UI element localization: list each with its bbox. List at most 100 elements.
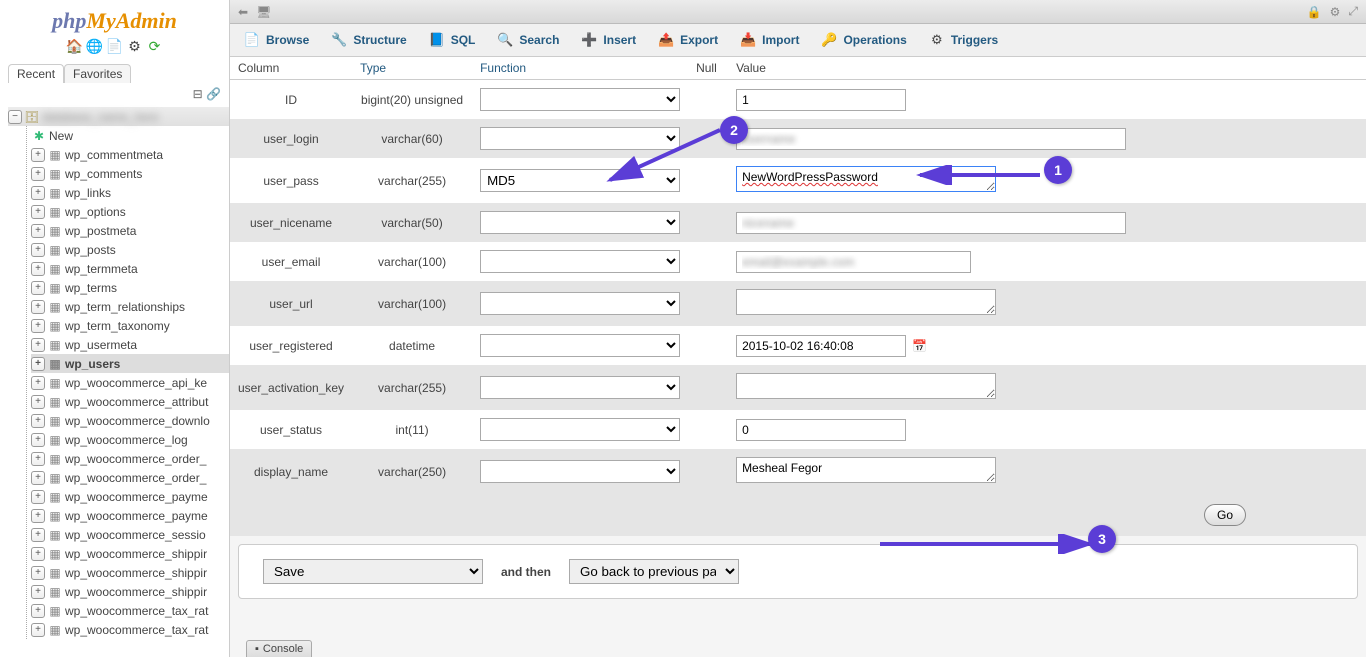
link-icon[interactable]: 🔗: [206, 87, 221, 101]
tree-table[interactable]: +▦wp_woocommerce_order_: [31, 468, 229, 487]
tree-table[interactable]: +▦wp_users: [31, 354, 229, 373]
expand-btn-icon[interactable]: +: [31, 604, 45, 618]
value-input[interactable]: [736, 128, 1126, 150]
expand-btn-icon[interactable]: +: [31, 547, 45, 561]
value-input[interactable]: [736, 89, 906, 111]
docs-icon[interactable]: 📄: [107, 38, 123, 54]
function-select[interactable]: [480, 211, 680, 234]
calendar-icon[interactable]: 📅: [912, 339, 927, 353]
expand-btn-icon[interactable]: +: [31, 433, 45, 447]
tree-table[interactable]: +▦wp_woocommerce_shippir: [31, 544, 229, 563]
collapse-top-icon[interactable]: ⤢: [1348, 4, 1358, 19]
value-input[interactable]: [736, 289, 996, 315]
tree-table[interactable]: +▦wp_commentmeta: [31, 145, 229, 164]
settings-icon[interactable]: ⚙: [127, 38, 143, 54]
tree-table[interactable]: +▦wp_woocommerce_shippir: [31, 582, 229, 601]
lock-icon[interactable]: 🔒: [1307, 5, 1322, 19]
tree-new[interactable]: ✱ New: [31, 126, 229, 145]
expand-btn-icon[interactable]: +: [31, 585, 45, 599]
toolbar-browse[interactable]: 📄Browse: [234, 28, 319, 52]
expand-btn-icon[interactable]: +: [31, 528, 45, 542]
server-icon[interactable]: 🖥: [256, 5, 271, 19]
value-input[interactable]: [736, 373, 996, 399]
tree-db[interactable]: − 🗄 database_name_here: [8, 107, 229, 126]
logo[interactable]: phpMyAdmin 🏠 🌐 📄 ⚙ ⟳: [0, 0, 229, 58]
db-tree[interactable]: − 🗄 database_name_here ✱ New +▦wp_commen…: [0, 105, 229, 657]
th-type[interactable]: Type: [352, 57, 472, 80]
tab-recent[interactable]: Recent: [8, 64, 64, 83]
tree-table[interactable]: +▦wp_term_relationships: [31, 297, 229, 316]
value-input[interactable]: [736, 457, 996, 483]
toolbar-export[interactable]: 📤Export: [648, 28, 728, 52]
function-select[interactable]: [480, 250, 680, 273]
tree-table[interactable]: +▦wp_links: [31, 183, 229, 202]
tree-table[interactable]: +▦wp_woocommerce_sessio: [31, 525, 229, 544]
th-function[interactable]: Function: [472, 57, 688, 80]
collapse-icon[interactable]: ⊟: [193, 87, 203, 101]
value-input[interactable]: [736, 212, 1126, 234]
tree-table[interactable]: +▦wp_options: [31, 202, 229, 221]
tree-table[interactable]: +▦wp_woocommerce_downlo: [31, 411, 229, 430]
function-select[interactable]: [480, 376, 680, 399]
expand-btn-icon[interactable]: +: [31, 490, 45, 504]
toolbar-structure[interactable]: 🔧Structure: [321, 28, 416, 52]
toolbar-operations[interactable]: 🔑Operations: [811, 28, 916, 52]
toolbar-sql[interactable]: 📘SQL: [419, 28, 486, 52]
gear-icon[interactable]: ⚙: [1330, 5, 1341, 19]
tree-table[interactable]: +▦wp_woocommerce_tax_rat: [31, 601, 229, 620]
tree-table[interactable]: +▦wp_woocommerce_payme: [31, 506, 229, 525]
tree-table[interactable]: +▦wp_term_taxonomy: [31, 316, 229, 335]
tree-table[interactable]: +▦wp_woocommerce_order_: [31, 449, 229, 468]
value-input[interactable]: [736, 419, 906, 441]
logout-icon[interactable]: 🌐: [87, 38, 103, 54]
collapse-btn-icon[interactable]: −: [8, 110, 22, 124]
tree-table[interactable]: +▦wp_terms: [31, 278, 229, 297]
value-input[interactable]: [736, 335, 906, 357]
expand-btn-icon[interactable]: +: [31, 186, 45, 200]
tree-table[interactable]: +▦wp_woocommerce_log: [31, 430, 229, 449]
then-select[interactable]: Go back to previous page: [569, 559, 739, 584]
function-select[interactable]: [480, 292, 680, 315]
reload-icon[interactable]: ⟳: [147, 38, 163, 54]
tab-favorites[interactable]: Favorites: [64, 64, 131, 83]
function-select[interactable]: [480, 334, 680, 357]
tree-table[interactable]: +▦wp_woocommerce_tax_rat: [31, 620, 229, 639]
toolbar-triggers[interactable]: ⚙Triggers: [919, 28, 1008, 52]
toolbar-search[interactable]: 🔍Search: [487, 28, 569, 52]
expand-btn-icon[interactable]: +: [31, 414, 45, 428]
expand-btn-icon[interactable]: +: [31, 471, 45, 485]
expand-btn-icon[interactable]: +: [31, 338, 45, 352]
expand-btn-icon[interactable]: +: [31, 300, 45, 314]
tree-table[interactable]: +▦wp_woocommerce_attribut: [31, 392, 229, 411]
function-select[interactable]: [480, 418, 680, 441]
toolbar-import[interactable]: 📥Import: [730, 28, 809, 52]
expand-btn-icon[interactable]: +: [31, 148, 45, 162]
tree-table[interactable]: +▦wp_postmeta: [31, 221, 229, 240]
tree-table[interactable]: +▦wp_termmeta: [31, 259, 229, 278]
expand-btn-icon[interactable]: +: [31, 224, 45, 238]
expand-btn-icon[interactable]: +: [31, 357, 45, 371]
tree-table[interactable]: +▦wp_woocommerce_shippir: [31, 563, 229, 582]
save-select[interactable]: Save: [263, 559, 483, 584]
tree-table[interactable]: +▦wp_comments: [31, 164, 229, 183]
home-icon[interactable]: 🏠: [67, 38, 83, 54]
tree-table[interactable]: +▦wp_woocommerce_api_ke: [31, 373, 229, 392]
toolbar-insert[interactable]: ➕Insert: [571, 28, 646, 52]
expand-btn-icon[interactable]: +: [31, 243, 45, 257]
expand-btn-icon[interactable]: +: [31, 205, 45, 219]
expand-btn-icon[interactable]: +: [31, 623, 45, 637]
tree-table[interactable]: +▦wp_posts: [31, 240, 229, 259]
value-input[interactable]: [736, 251, 971, 273]
console-tab[interactable]: ▪ Console: [246, 640, 312, 657]
go-button[interactable]: Go: [1204, 504, 1246, 526]
nav-left-icon[interactable]: ⬅: [238, 5, 248, 19]
expand-btn-icon[interactable]: +: [31, 509, 45, 523]
expand-btn-icon[interactable]: +: [31, 281, 45, 295]
tree-table[interactable]: +▦wp_usermeta: [31, 335, 229, 354]
function-select[interactable]: [480, 88, 680, 111]
expand-btn-icon[interactable]: +: [31, 319, 45, 333]
expand-btn-icon[interactable]: +: [31, 452, 45, 466]
tree-table[interactable]: +▦wp_woocommerce_payme: [31, 487, 229, 506]
function-select[interactable]: [480, 460, 680, 483]
expand-btn-icon[interactable]: +: [31, 167, 45, 181]
